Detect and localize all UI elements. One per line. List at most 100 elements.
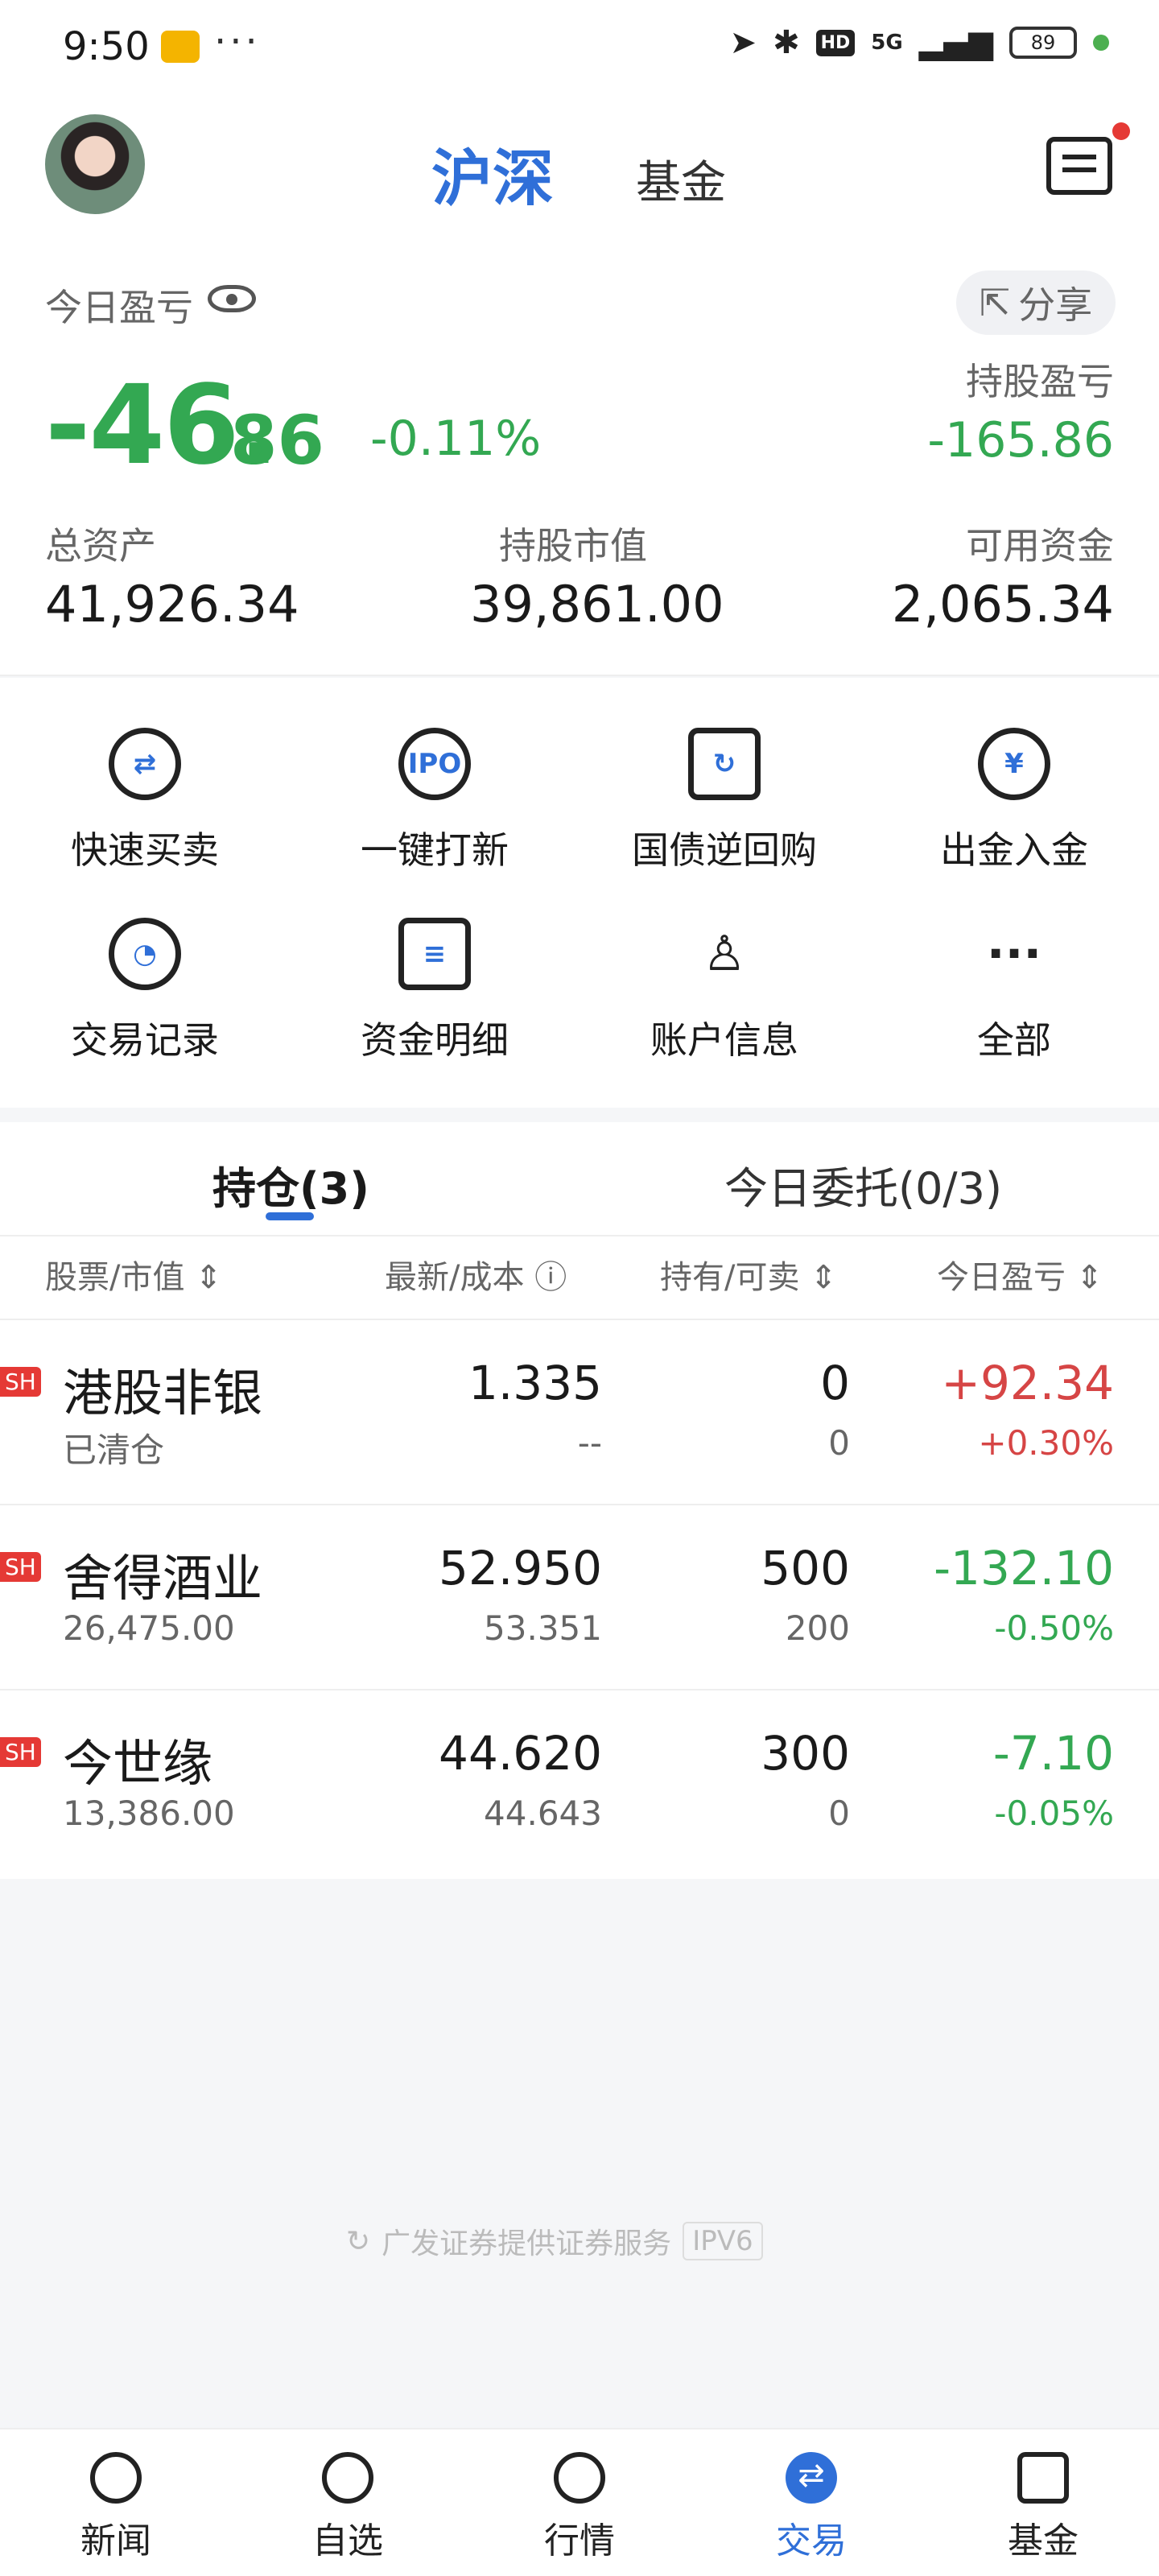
divider — [0, 1235, 1159, 1236]
refresh-ticket-icon: ↻ — [688, 728, 761, 800]
today-pl: +92.34 — [941, 1356, 1114, 1410]
avatar[interactable] — [45, 114, 145, 214]
holding-pl-value: -165.86 — [927, 412, 1114, 469]
holdings-panel: 持仓(3) 今日委托(0/3) 股票/市值 ⇕ 最新/成本 ⓘ 持有/可卖 ⇕ … — [0, 1122, 1159, 1879]
share-icon: ⇱ — [979, 281, 1011, 324]
message-icon[interactable] — [1046, 137, 1112, 195]
broker-logo-icon: ↻ — [346, 2224, 371, 2258]
status-bar: 9:50 ··· ➤ ✱ HD 5G ▂▄▆ 89 — [0, 0, 1159, 97]
action-label: 国债逆回购 — [632, 828, 817, 872]
latest-price: 44.620 — [439, 1726, 602, 1781]
stock-name: 舍得酒业 — [63, 1549, 263, 1608]
table-row[interactable]: SH 港股非银 已清仓 1.335 -- 0 0 +92.34 +0.30% — [0, 1320, 1159, 1505]
nav-fund[interactable]: 基金 — [927, 2452, 1159, 2563]
cost-price: -- — [577, 1423, 602, 1463]
battery-icon: 89 — [1009, 27, 1077, 59]
action-label: 出金入金 — [940, 828, 1088, 872]
today-pl-decimal: 86 — [230, 401, 324, 480]
latest-price: 1.335 — [468, 1356, 602, 1410]
share-button[interactable]: ⇱ 分享 — [956, 270, 1116, 335]
top-header: 沪深 基金 — [0, 97, 1159, 242]
notification-icon — [161, 31, 200, 63]
tab-fund[interactable]: 基金 — [636, 147, 726, 212]
etf-icon — [1017, 2452, 1069, 2504]
total-assets-label: 总资产 — [45, 524, 156, 568]
table-row[interactable]: SH 舍得酒业 26,475.00 52.950 53.351 500 200 … — [0, 1505, 1159, 1690]
col-latest-cost[interactable]: 最新/成本 ⓘ — [385, 1251, 567, 1298]
tab-holdings[interactable]: 持仓(3) — [212, 1153, 369, 1216]
hold-qty: 500 — [761, 1541, 850, 1596]
nav-watchlist[interactable]: 自选 — [232, 2452, 464, 2563]
action-label: 全部 — [977, 1018, 1051, 1062]
news-icon — [90, 2452, 142, 2504]
hold-qty: 300 — [761, 1726, 850, 1781]
privacy-dot-icon — [1093, 35, 1109, 51]
col-stock-value[interactable]: 股票/市值 ⇕ — [45, 1251, 222, 1298]
clipboard-icon: ≡ — [398, 918, 471, 990]
sellable-qty: 200 — [785, 1608, 850, 1648]
nav-market[interactable]: 行情 — [464, 2452, 695, 2563]
action-label: 账户信息 — [650, 1018, 798, 1062]
network-label: 5G — [871, 31, 903, 55]
stock-market-value: 已清仓 — [63, 1430, 165, 1470]
hd-icon: HD — [815, 29, 856, 56]
bluetooth-icon: ✱ — [773, 24, 800, 61]
ipo-icon: IPO — [398, 728, 471, 800]
holding-pl-label: 持股盈亏 — [966, 360, 1114, 403]
sellable-qty: 0 — [828, 1794, 850, 1833]
today-pl-pct: -0.05% — [994, 1794, 1114, 1833]
bottom-navigation: 新闻 自选 行情 交易 基金 — [0, 2428, 1159, 2576]
tab-shanghai-shenzhen[interactable]: 沪深 — [431, 129, 554, 217]
nav-label: 行情 — [544, 2520, 615, 2562]
cost-price: 53.351 — [484, 1608, 602, 1648]
action-reverse-repo[interactable]: ↻ 国债逆回购 — [580, 728, 869, 874]
today-pl-percent: -0.11% — [370, 411, 542, 467]
today-pl-pct: -0.50% — [994, 1608, 1114, 1648]
action-account-info[interactable]: ♙ 账户信息 — [580, 918, 869, 1064]
action-quick-trade[interactable]: ⇄ 快速买卖 — [0, 728, 290, 874]
action-label: 快速买卖 — [71, 828, 219, 872]
status-indicators: ➤ ✱ HD 5G ▂▄▆ 89 — [730, 24, 1109, 61]
total-assets-value: 41,926.34 — [45, 575, 299, 634]
available-funds-value: 2,065.34 — [891, 575, 1114, 634]
tab-today-orders[interactable]: 今日委托(0/3) — [724, 1153, 1002, 1216]
today-pl: -132.10 — [934, 1541, 1114, 1596]
trade-icon — [786, 2452, 837, 2504]
market-badge: SH — [0, 1367, 41, 1397]
market-value-value: 39,861.00 — [470, 575, 724, 634]
available-funds-label: 可用资金 — [966, 524, 1114, 568]
broker-note: 广发证券提供证券服务 — [382, 2227, 672, 2260]
latest-price: 52.950 — [439, 1541, 602, 1596]
stock-name: 今世缘 — [63, 1734, 213, 1793]
action-ipo[interactable]: IPO 一键打新 — [290, 728, 580, 874]
ipv6-badge: IPV6 — [683, 2222, 763, 2260]
stock-name: 港股非银 — [63, 1364, 263, 1422]
unread-dot — [1112, 122, 1130, 140]
today-pl: -7.10 — [992, 1726, 1114, 1781]
signal-icon: ▂▄▆ — [918, 24, 993, 61]
eye-icon[interactable] — [208, 285, 256, 312]
status-time: 9:50 — [63, 24, 150, 69]
exchange-icon: ⇄ — [109, 728, 181, 800]
yuan-transfer-icon: ¥ — [978, 728, 1050, 800]
today-pl-label: 今日盈亏 — [45, 286, 193, 329]
nav-trade[interactable]: 交易 — [695, 2452, 927, 2563]
nav-label: 交易 — [776, 2520, 847, 2562]
status-more: ··· — [214, 19, 261, 64]
action-label: 交易记录 — [71, 1018, 219, 1062]
divider — [0, 675, 1159, 676]
nav-news[interactable]: 新闻 — [0, 2452, 232, 2563]
col-hold-sell[interactable]: 持有/可卖 ⇕ — [660, 1251, 837, 1298]
quick-actions-grid: ⇄ 快速买卖 IPO 一键打新 ↻ 国债逆回购 ¥ 出金入金 ◔ 交易记录 ≡ … — [0, 678, 1159, 1108]
broker-footer: ↻ 广发证券提供证券服务 IPV6 — [346, 2220, 763, 2262]
hold-qty: 0 — [820, 1356, 850, 1410]
table-row[interactable]: SH 今世缘 13,386.00 44.620 44.643 300 0 -7.… — [0, 1690, 1159, 1876]
action-fund-details[interactable]: ≡ 资金明细 — [290, 918, 580, 1064]
action-trade-records[interactable]: ◔ 交易记录 — [0, 918, 290, 1064]
today-pl-pct: +0.30% — [978, 1423, 1114, 1463]
action-deposit-withdraw[interactable]: ¥ 出金入金 — [869, 728, 1159, 874]
sellable-qty: 0 — [828, 1423, 850, 1463]
action-all[interactable]: ··· 全部 — [869, 918, 1159, 1064]
col-today-pl[interactable]: 今日盈亏 ⇕ — [937, 1251, 1103, 1298]
share-label: 分享 — [1018, 283, 1093, 327]
